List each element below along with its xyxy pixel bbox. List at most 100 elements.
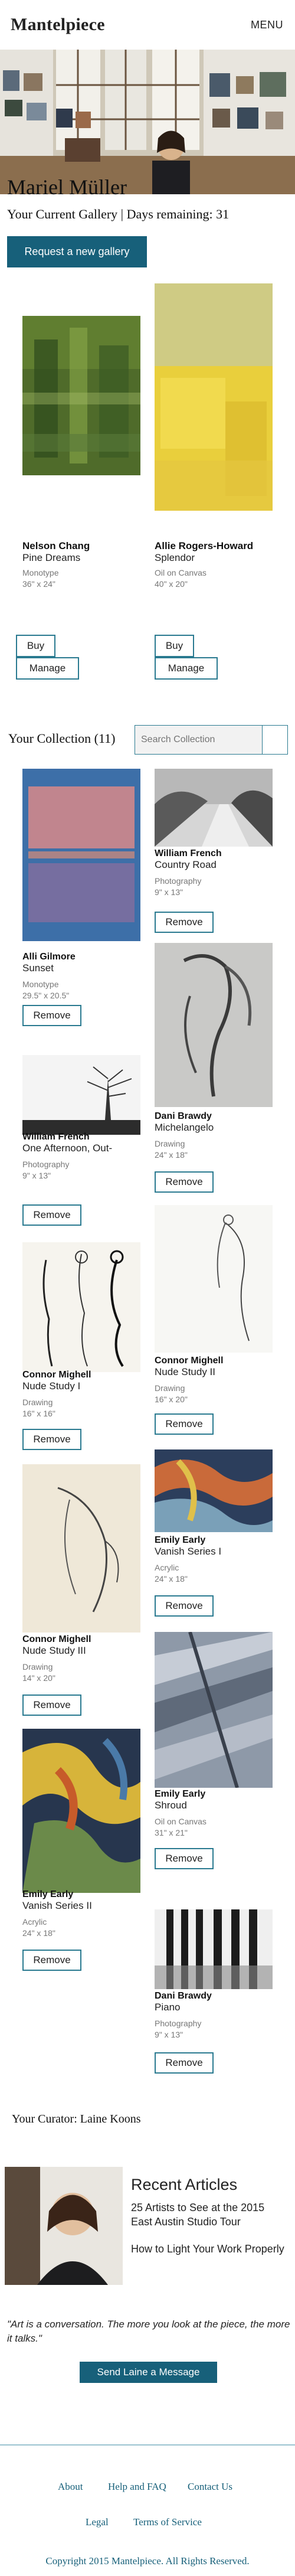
remove-button[interactable]: Remove [22,1429,81,1450]
artwork-artist: Emily Early [155,1535,206,1545]
artwork-size: 36" x 24" [22,579,55,589]
search-input[interactable] [135,726,262,754]
artwork-title: Nude Study I [22,1380,81,1392]
artwork-size: 9" x 13" [155,2030,183,2039]
remove-button[interactable]: Remove [155,2052,214,2074]
remove-button[interactable]: Remove [155,912,214,933]
gallery-owner-name: Mariel Müller [7,175,127,199]
artwork-image-splendor[interactable] [155,283,273,511]
artwork-medium: Acrylic [155,1563,179,1572]
artwork-medium: Photography [155,2019,202,2028]
artwork-artist: Nelson Chang [22,540,90,551]
artwork-title: Piano [155,2002,181,2013]
footer-link-terms[interactable]: Terms of Service [133,2516,202,2528]
artwork-image-shroud[interactable] [155,1632,273,1788]
artwork-image-pine-dreams[interactable] [22,316,140,475]
artwork-size: 40" x 20" [155,579,188,589]
artwork-medium: Drawing [22,1662,53,1671]
site-header: Mantelpiece MENU [0,0,295,50]
artwork-size: 24" x 18" [155,1150,188,1160]
remove-button[interactable]: Remove [155,1595,214,1617]
collection-item-caption: Emily Early Vanish Series II Acrylic 24"… [22,1889,146,1939]
artwork-medium: Monotype [22,980,59,989]
artwork-image-sunset[interactable] [22,769,140,941]
artwork-medium: Drawing [155,1383,185,1393]
remove-button[interactable]: Remove [155,1413,214,1435]
artwork-size: 29.5" x 20.5" [22,991,70,1000]
artwork-image-vanish-series-2[interactable] [22,1729,140,1893]
artwork-medium: Oil on Canvas [155,568,206,577]
remove-button[interactable]: Remove [22,1950,81,1971]
remove-button[interactable]: Remove [155,1848,214,1869]
brand-logo[interactable]: Mantelpiece [11,15,105,35]
collection-heading: Your Collection (11) [8,731,116,746]
buy-button[interactable]: Buy [155,635,194,657]
artwork-title: One Afternoon, Out- [22,1142,113,1154]
curator-quote: "Art is a conversation. The more you loo… [7,2319,290,2344]
collection-item-caption: William French One Afternoon, Out- Photo… [22,1132,146,1181]
buy-button[interactable]: Buy [16,635,55,657]
artwork-artist: Dani Brawdy [155,1111,212,1121]
collection-item-caption: Connor Mighell Nude Study II Drawing 16"… [155,1356,278,1405]
manage-button[interactable]: Manage [155,657,218,680]
artwork-medium: Monotype [22,568,59,577]
collection-item-caption: Dani Brawdy Piano Photography 9" x 13" [155,1991,278,2040]
recent-articles-heading: Recent Articles [131,2176,238,2193]
footer-link-help[interactable]: Help and FAQ [108,2481,166,2493]
current-work-card: Allie Rogers-Howard Splendor Oil on Canv… [155,540,278,590]
collection-item-caption: Connor Mighell Nude Study I Drawing 16" … [22,1370,146,1419]
remove-button[interactable]: Remove [22,1695,81,1716]
artwork-title: Shroud [155,1800,187,1811]
artwork-image-piano[interactable] [155,1909,273,1989]
artwork-image-nude-study-3[interactable] [22,1464,140,1633]
artwork-title: Nude Study II [155,1366,216,1377]
collection-item-caption: Alli Gilmore Sunset Monotype 29.5" x 20.… [22,952,146,1001]
artwork-size: 9" x 13" [155,887,183,897]
artwork-image-michelangelo[interactable] [155,943,273,1107]
footer-copyright: Copyright 2015 Mantelpiece. All Rights R… [45,2555,250,2567]
artwork-artist: Connor Mighell [22,1370,91,1380]
curator-photo [5,2167,123,2285]
request-gallery-button[interactable]: Request a new gallery [7,236,147,267]
artwork-image-nude-study-2[interactable] [155,1205,273,1353]
footer-link-contact[interactable]: Contact Us [188,2481,232,2493]
footer-link-legal[interactable]: Legal [86,2516,109,2528]
artwork-medium: Photography [155,876,202,886]
artwork-medium: Drawing [155,1139,185,1148]
artwork-size: 16" x 16" [22,1409,55,1418]
artwork-image-one-afternoon[interactable] [22,1055,140,1135]
collection-item-caption: Emily Early Vanish Series I Acrylic 24" … [155,1535,278,1585]
artwork-medium: Drawing [22,1398,53,1407]
artwork-size: 9" x 13" [22,1171,51,1180]
remove-button[interactable]: Remove [22,1005,81,1026]
artwork-size: 24" x 18" [22,1928,55,1938]
article-link[interactable]: 25 Artists to See at the 2015 East Austi… [131,2200,284,2229]
search-button[interactable] [262,726,287,754]
artwork-artist: Dani Brawdy [155,1991,212,2001]
artwork-title: Country Road [155,859,217,870]
artwork-title: Pine Dreams [22,552,81,563]
menu-button[interactable]: MENU [251,19,283,31]
collection-item-caption: Connor Mighell Nude Study III Drawing 14… [22,1634,146,1684]
artwork-medium: Oil on Canvas [155,1817,206,1826]
gallery-status: Your Current Gallery | Days remaining: 3… [7,207,230,221]
artwork-artist: William French [22,1132,90,1142]
artwork-title: Michelangelo [155,1122,214,1133]
artwork-title: Nude Study III [22,1645,86,1656]
remove-button[interactable]: Remove [22,1204,81,1226]
artwork-title: Splendor [155,552,195,563]
article-link[interactable]: How to Light Your Work Properly [131,2242,284,2256]
artwork-image-vanish-series-1[interactable] [155,1449,273,1532]
artwork-image-nude-study-1[interactable] [22,1242,140,1372]
footer-link-about[interactable]: About [58,2481,83,2493]
artwork-artist: Emily Early [155,1789,206,1799]
curator-heading: Your Curator: Laine Koons [12,2113,141,2126]
manage-button[interactable]: Manage [16,657,79,680]
remove-button[interactable]: Remove [155,1171,214,1193]
artwork-medium: Acrylic [22,1917,47,1927]
send-message-button[interactable]: Send Laine a Message [80,2362,217,2383]
gallery-hero-image [0,50,295,194]
collection-item-caption: Dani Brawdy Michelangelo Drawing 24" x 1… [155,1111,278,1161]
artwork-image-country-road[interactable] [155,769,273,847]
artwork-size: 14" x 20" [22,1673,55,1683]
